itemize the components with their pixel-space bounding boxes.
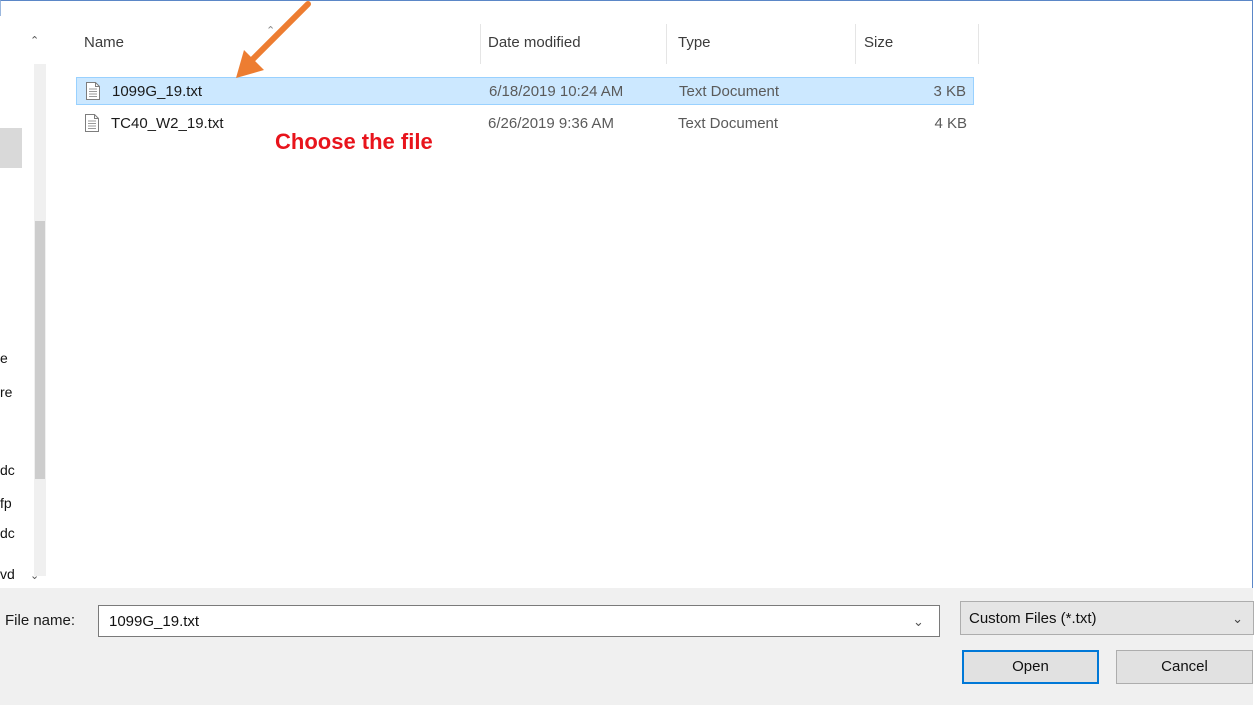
text-file-icon xyxy=(85,114,99,132)
column-divider[interactable] xyxy=(978,24,979,64)
chevron-down-icon: ⌄ xyxy=(1232,611,1243,626)
scroll-up-icon[interactable]: ⌃ xyxy=(30,34,39,47)
nav-scrollbar-thumb[interactable] xyxy=(35,221,45,479)
nav-item-fragment[interactable]: re xyxy=(0,384,12,400)
nav-item-fragment[interactable]: dc xyxy=(0,525,15,541)
file-size: 4 KB xyxy=(934,115,967,132)
nav-item-fragment[interactable]: dc xyxy=(0,462,15,478)
file-date: 6/26/2019 9:36 AM xyxy=(488,115,614,132)
column-header-size[interactable]: Size xyxy=(864,34,893,51)
file-type: Text Document xyxy=(679,83,780,100)
file-type-selected: Custom Files (*.txt) xyxy=(969,610,1097,627)
file-row[interactable]: TC40_W2_19.txt 6/26/2019 9:36 AM Text Do… xyxy=(76,110,974,138)
cancel-button[interactable]: Cancel xyxy=(1116,650,1253,684)
file-date: 6/18/2019 10:24 AM xyxy=(489,83,624,100)
nav-item-fragment[interactable]: fp xyxy=(0,495,12,511)
chevron-down-icon[interactable]: ⌄ xyxy=(913,614,924,630)
nav-item-fragment[interactable]: e xyxy=(0,350,8,366)
text-file-icon xyxy=(86,82,100,100)
column-divider[interactable] xyxy=(480,24,481,64)
file-name-label: File name: xyxy=(5,612,76,629)
annotation-label: Choose the file xyxy=(275,129,433,154)
column-divider[interactable] xyxy=(855,24,856,64)
file-type-select[interactable]: Custom Files (*.txt) ⌄ xyxy=(960,601,1254,635)
file-name: TC40_W2_19.txt xyxy=(111,115,224,132)
file-size: 3 KB xyxy=(933,83,966,100)
column-header-type[interactable]: Type xyxy=(678,34,711,51)
open-button[interactable]: Open xyxy=(962,650,1099,684)
file-name-input[interactable] xyxy=(98,605,940,637)
file-row[interactable]: 1099G_19.txt 6/18/2019 10:24 AM Text Doc… xyxy=(76,77,974,105)
annotation-arrow-icon xyxy=(236,1,311,78)
scroll-down-icon[interactable]: ⌄ xyxy=(30,569,39,582)
file-name: 1099G_19.txt xyxy=(112,83,203,100)
column-header-name[interactable]: Name xyxy=(84,34,124,51)
nav-item-fragment[interactable]: vd xyxy=(0,566,15,582)
column-divider[interactable] xyxy=(666,24,667,64)
column-header-date-modified[interactable]: Date modified xyxy=(488,34,581,51)
navigation-pane[interactable]: ⌃ e re dc fp dc vd ⌄ xyxy=(0,16,46,588)
file-type: Text Document xyxy=(678,115,779,132)
nav-selected-item[interactable] xyxy=(0,128,22,168)
